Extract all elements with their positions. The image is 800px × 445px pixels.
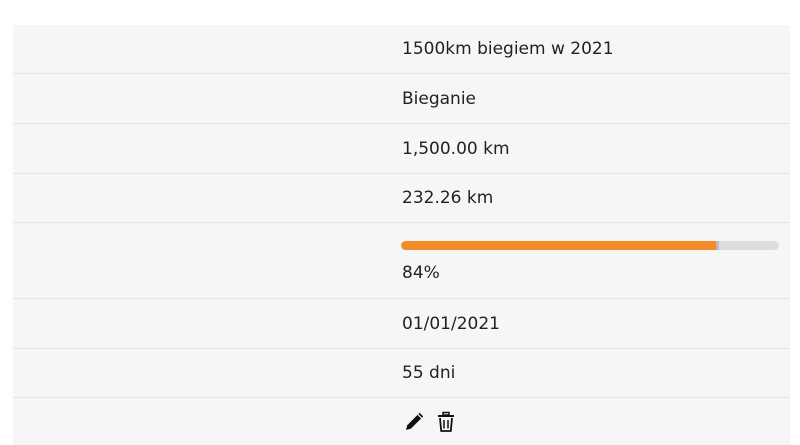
row-label-cell — [13, 74, 388, 123]
row-start-date: 01/01/2021 — [13, 299, 790, 349]
row-label-cell — [13, 398, 388, 445]
row-label-cell — [13, 25, 388, 73]
row-actions — [13, 398, 790, 445]
row-label-cell — [13, 124, 388, 173]
row-progress: 84% — [13, 223, 790, 299]
activity-value: Bieganie — [402, 89, 477, 109]
goal-name-value: 1500km biegiem w 2021 — [402, 39, 614, 59]
row-goal-name: 1500km biegiem w 2021 — [13, 25, 790, 74]
target-distance-value: 1,500.00 km — [402, 139, 510, 159]
goal-details-panel: 1500km biegiem w 2021 Bieganie 1,500.00 … — [13, 25, 790, 445]
delete-button[interactable] — [435, 411, 457, 433]
row-label-cell — [13, 223, 388, 298]
row-target-distance: 1,500.00 km — [13, 124, 790, 174]
row-label-cell — [13, 174, 388, 222]
row-days-left: 55 dni — [13, 349, 790, 398]
start-date-value: 01/01/2021 — [402, 314, 500, 334]
days-left-value: 55 dni — [402, 363, 456, 383]
pencil-icon — [406, 412, 424, 430]
row-label-cell — [13, 299, 388, 348]
current-distance-value: 232.26 km — [402, 188, 494, 208]
progress-bar — [401, 241, 779, 250]
row-label-cell — [13, 349, 388, 397]
row-activity: Bieganie — [13, 74, 790, 124]
trash-icon — [438, 411, 454, 432]
row-current-distance: 232.26 km — [13, 174, 790, 223]
edit-button[interactable] — [403, 411, 425, 433]
progress-bar-fill — [401, 241, 719, 250]
progress-percent-value: 84% — [402, 263, 440, 283]
